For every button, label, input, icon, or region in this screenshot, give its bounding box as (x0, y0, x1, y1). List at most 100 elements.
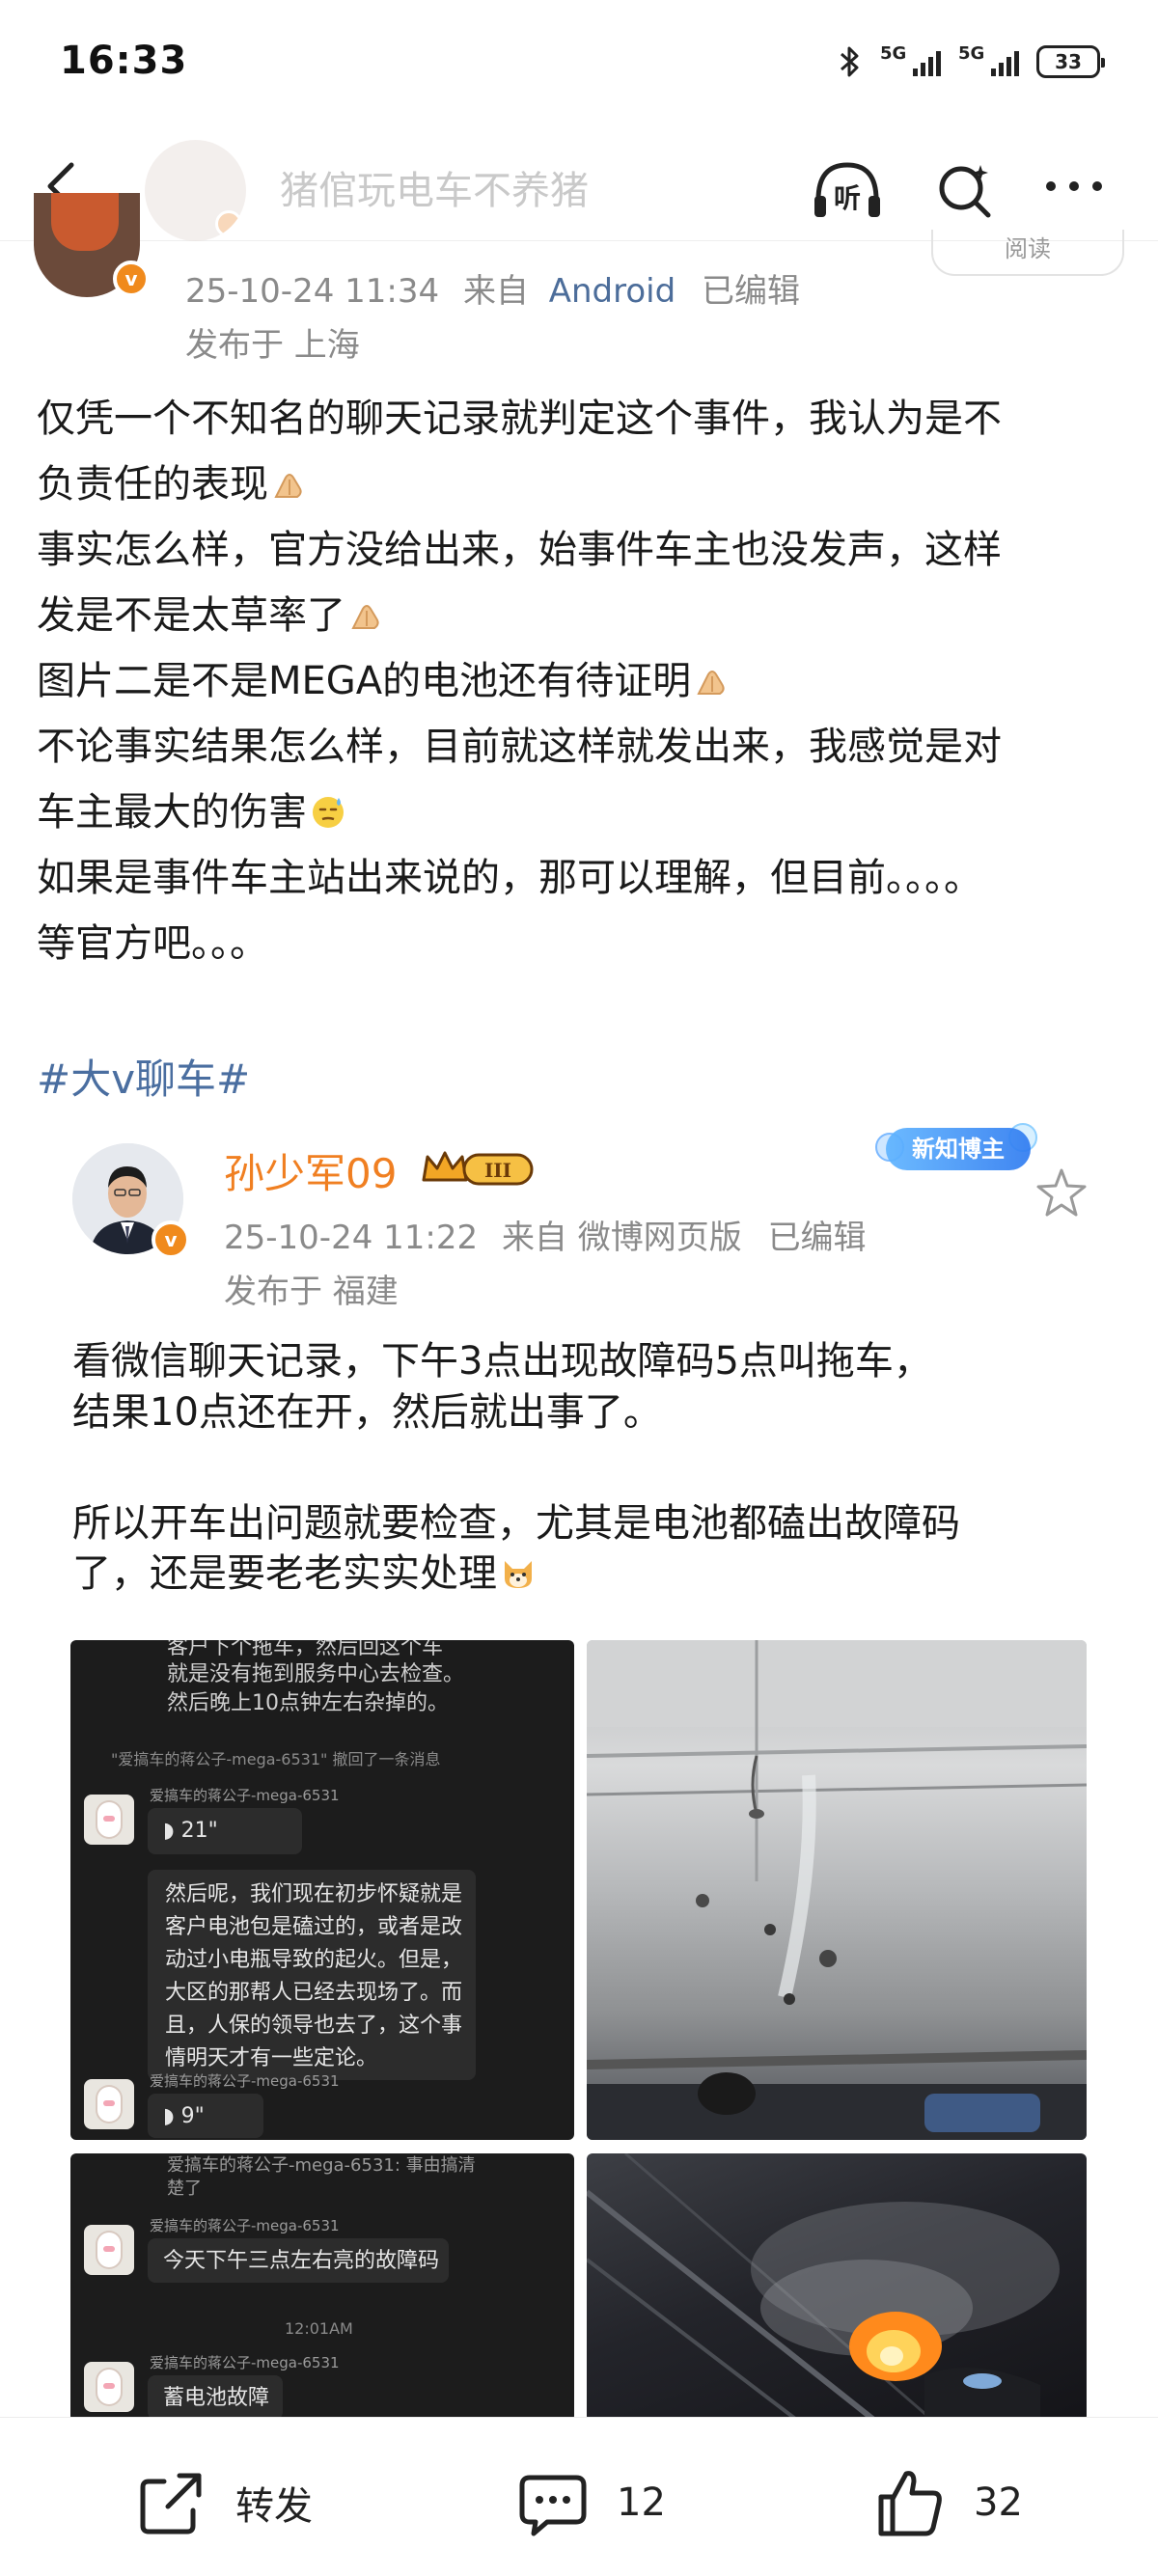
verified-icon (215, 210, 242, 237)
chat-avatar (84, 1795, 134, 1845)
repost-button[interactable]: 转发 (135, 2466, 313, 2539)
voice-duration: ◗ 21" (163, 1819, 218, 1843)
quoted-body: 看微信聊天记录，下午3点出现故障码5点叫拖车， 结果10点还在开，然后就出事了。… (72, 1336, 1095, 1599)
battery-icon: 33 (1036, 45, 1105, 78)
new-blogger-badge[interactable]: 新知博主 (868, 1114, 1047, 1188)
edited-label[interactable]: 已编辑 (768, 1219, 867, 1257)
chat-sender: 爱搞车的蒋公子-mega-6531 (150, 2354, 340, 2371)
quoted-meta: 25-10-24 11:22 来自 微博网页版 已编辑 (224, 1211, 867, 1258)
chat-sender: 爱搞车的蒋公子-mega-6531 (150, 2072, 340, 2090)
post-body: 仅凭一个不知名的聊天记录就判定这个事件，我认为是不 负责任的表现 事实怎么样，官… (37, 386, 1122, 976)
nav-bar: 猪倌玩电车不养猪 听 (0, 130, 1158, 241)
chat-line: 客户电池包是磕过的，或者是改 (165, 1915, 463, 1939)
star-icon[interactable] (1033, 1165, 1090, 1222)
chat-line: 楚了 (167, 2179, 202, 2199)
chat-time: 12:01AM (285, 2319, 353, 2338)
voice-icon: ◗ (163, 2104, 181, 2128)
thumbs-up-icon (878, 2471, 942, 2536)
dog-emoji-icon (505, 1561, 532, 1588)
quoted-line: 结果10点还在开，然后就出事了。 (72, 1390, 662, 1435)
chat-avatar (84, 2079, 134, 2129)
post-from-label: 来自 (462, 272, 529, 311)
comment-button[interactable]: 12 (516, 2466, 666, 2539)
comment-icon (519, 2475, 587, 2536)
chat-sender: 爱搞车的蒋公子-mega-6531 (150, 2217, 340, 2234)
status-bar: 16:33 5G 5G 33 (0, 0, 1158, 130)
edited-label[interactable]: 已编辑 (702, 272, 800, 311)
search-icon[interactable] (934, 159, 998, 223)
quoted-line (72, 1448, 1095, 1498)
status-time: 16:33 (60, 39, 188, 83)
chat-line: 爱搞车的蒋公子-mega-6531: 事由搞清 (167, 2155, 476, 2176)
quoted-line: 所以开车出问题就要检查，尤其是电池都磕出故障码 (72, 1501, 960, 1546)
chat-line: 大区的那帮人已经去现场了。而 (165, 1981, 463, 2005)
post-line: 发是不是太草率了 (37, 583, 1122, 648)
pray-emoji-icon (351, 605, 379, 629)
like-count: 32 (974, 2480, 1023, 2525)
post-source[interactable]: Android (549, 272, 676, 311)
sweat-emoji-icon (313, 797, 344, 828)
post-line: 如果是事件车主站出来说的，那可以理解，但目前。。。。 (37, 856, 982, 900)
pray-emoji-icon (697, 671, 725, 695)
quoted-location: 发布于 福建 (224, 1273, 399, 1311)
chat-avatar (84, 2362, 134, 2412)
quoted-author-avatar[interactable]: v (72, 1143, 190, 1259)
chat-line: 然后呢，我们现在初步怀疑就是 (165, 1882, 463, 1906)
action-bar: 转发 12 32 (0, 2417, 1158, 2576)
signal-icon: 5G (958, 43, 1019, 76)
nav-title[interactable]: 猪倌玩电车不养猪 (280, 159, 589, 215)
photo-battery-underside[interactable] (587, 1640, 1087, 2140)
photo-chat-2[interactable]: 爱搞车的蒋公子-mega-6531: 事由搞清 楚了 爱搞车的蒋公子-mega-… (70, 2153, 574, 2422)
new-blogger-label: 新知博主 (912, 1136, 1005, 1163)
quoted-line: 看微信聊天记录，下午3点出现故障码5点叫拖车， (72, 1339, 932, 1384)
repost-icon (140, 2473, 202, 2535)
chat-avatar (84, 2225, 134, 2275)
verified-icon: v (113, 260, 150, 297)
status-icons: 5G 5G 33 (838, 43, 1105, 79)
chat-line: 然后晚上10点钟左右杂掉的。 (167, 1691, 449, 1715)
post-line: 负责任的表现 (37, 452, 1122, 517)
post-line: 仅凭一个不知名的聊天记录就判定这个事件，我认为是不 (37, 397, 1002, 441)
post-timestamp: 25-10-24 11:34 (185, 272, 440, 311)
voice-icon: ◗ (163, 1819, 181, 1843)
post-line: 等官方吧。。。 (37, 921, 268, 966)
quoted-line: 了，还是要老老实实处理 (72, 1548, 1095, 1599)
pray-emoji-icon (274, 474, 302, 498)
comment-count: 12 (617, 2480, 666, 2525)
post-line: 事实怎么样，官方没给出来，始事件车主也没发声，这样 (37, 528, 1002, 572)
level-badge-text: III (484, 1159, 511, 1182)
verified-icon: v (152, 1220, 190, 1259)
chat-line: 今天下午三点左右亮的故障码 (163, 2249, 440, 2273)
hashtag-link[interactable]: #大v聊车# (37, 1047, 250, 1106)
chat-line: 就是没有拖到服务中心去检查。 (167, 1662, 465, 1686)
read-count-button[interactable]: 阅读 (931, 230, 1124, 276)
photo-car-fire[interactable] (587, 2153, 1087, 2422)
post-location: 发布于 上海 (185, 326, 360, 365)
level-badge-icon: III (422, 1151, 534, 1186)
post-meta: 25-10-24 11:34 来自 Android 已编辑 (185, 264, 800, 312)
nav-avatar[interactable] (145, 140, 246, 241)
signal-icon: 5G (880, 43, 941, 76)
chat-line: 动过小电瓶导致的起火。但是， (165, 1948, 463, 1972)
author-avatar[interactable]: v (34, 193, 150, 299)
quoted-author-name[interactable]: 孙少军09 (224, 1141, 397, 1200)
listen-label: 听 (834, 182, 861, 214)
post-line: 图片二是不是MEGA的电池还有待证明 (37, 648, 1122, 714)
like-button[interactable]: 32 (873, 2466, 1023, 2539)
quoted-timestamp: 25-10-24 11:22 (224, 1219, 479, 1257)
chat-sender: 爱搞车的蒋公子-mega-6531 (150, 1787, 340, 1804)
chat-system-message: "爱搞车的蒋公子-mega-6531" 撤回了一条消息 (111, 1750, 441, 1768)
repost-label: 转发 (235, 2484, 313, 2529)
post-line: 车主最大的伤害 (37, 780, 1122, 845)
chat-line: 且，人保的领导也去了，这个事 (165, 2014, 463, 2038)
listen-icon[interactable]: 听 (809, 157, 886, 221)
voice-duration: ◗ 9" (163, 2104, 205, 2128)
fire-photo-drawing (587, 2153, 1060, 2422)
photo-chat-1[interactable]: 客户下个拖车，然后回这个车 就是没有拖到服务中心去检查。 然后晚上10点钟左右杂… (70, 1640, 574, 2140)
post-line: 不论事实结果怎么样，目前就这样就发出来，我感觉是对 (37, 725, 1002, 769)
more-icon[interactable] (1042, 177, 1106, 196)
chat-line: 蓄电池故障 (163, 2386, 270, 2410)
quoted-source: 来自 微博网页版 (501, 1219, 742, 1257)
battery-photo-drawing (587, 1640, 1087, 2140)
bluetooth-icon (841, 46, 859, 77)
